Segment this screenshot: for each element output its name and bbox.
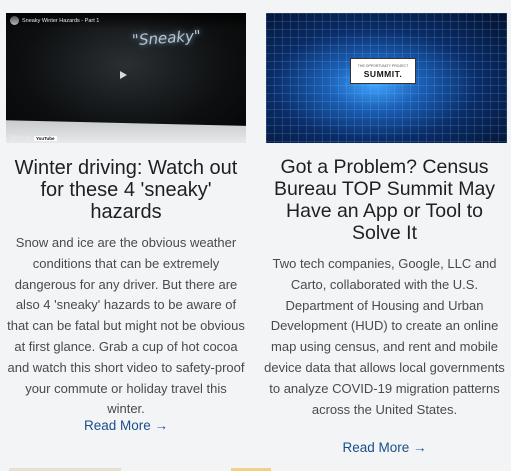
summit-logo: THE OPPORTUNITY PROJECT SUMMIT. [350,58,416,84]
watch-on-label: Watch on [10,135,31,141]
article-description: Two tech companies, Google, LLC and Cart… [264,256,505,417]
summit-logo-text: SUMMIT. [363,68,403,79]
play-icon[interactable] [120,71,127,79]
read-more-link[interactable]: Read More → [262,440,507,455]
video-title: Sneaky Winter Hazards - Part 1 [6,13,246,29]
article-title[interactable]: Got a Problem? Census Bureau TOP Summit … [262,156,507,244]
article-description: Snow and ice are the obvious weather con… [7,235,245,417]
read-more-link[interactable]: Read More → [6,418,246,433]
youtube-logo-icon: YouTube [33,135,57,141]
news-page: Sneaky Winter Hazards - Part 1 "Sneaky" … [0,0,511,471]
article-image[interactable]: THE OPPORTUNITY PROJECT SUMMIT. [266,13,507,143]
watch-on-youtube[interactable]: Watch on YouTube [10,135,57,141]
article-title[interactable]: Winter driving: Watch out for these 4 's… [6,157,246,223]
video-thumbnail[interactable]: Sneaky Winter Hazards - Part 1 "Sneaky" … [6,13,246,143]
bottom-strip [0,467,511,471]
